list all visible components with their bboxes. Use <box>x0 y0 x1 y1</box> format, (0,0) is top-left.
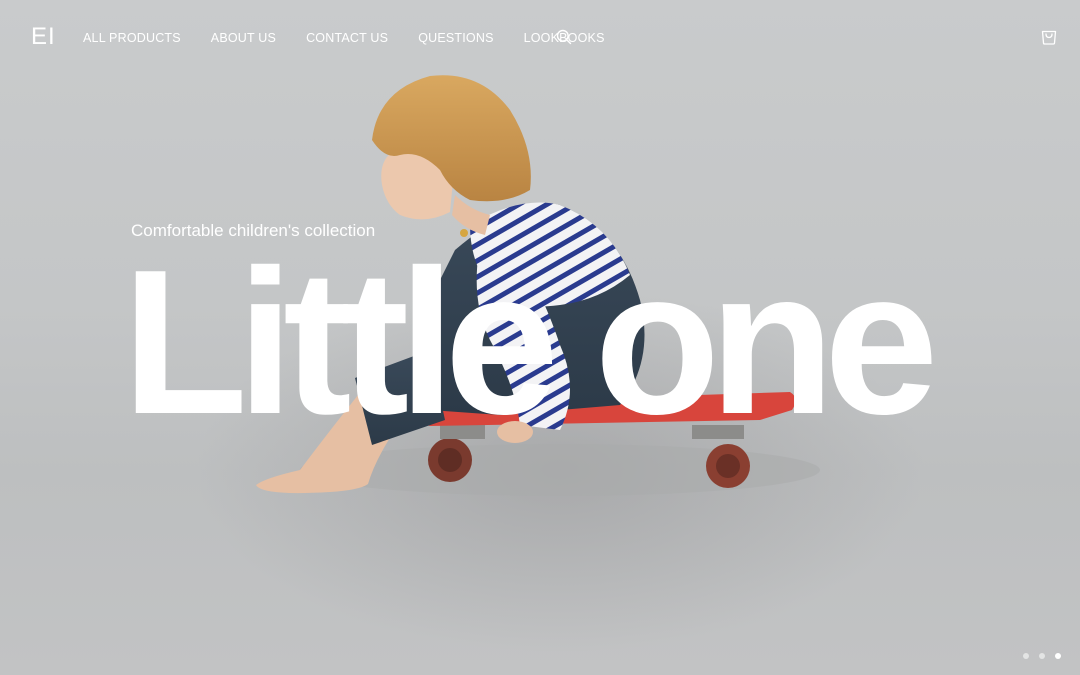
carousel-dots <box>1023 653 1061 659</box>
nav-all-products[interactable]: ALL PRODUCTS <box>83 30 181 46</box>
nav-about-us[interactable]: ABOUT US <box>211 30 276 46</box>
shopping-bag-icon[interactable] <box>1040 27 1058 45</box>
hero-headline: Little one <box>122 227 939 457</box>
carousel-dot-2[interactable] <box>1039 653 1045 659</box>
search-icon[interactable] <box>556 29 572 45</box>
main-nav: ALL PRODUCTS ABOUT US CONTACT US QUESTIO… <box>83 30 635 46</box>
brand-logo[interactable]: EI <box>31 24 56 50</box>
nav-contact-us[interactable]: CONTACT US <box>306 30 388 46</box>
nav-questions[interactable]: QUESTIONS <box>418 30 493 46</box>
carousel-dot-3[interactable] <box>1055 653 1061 659</box>
carousel-dot-1[interactable] <box>1023 653 1029 659</box>
hero-section: EI ALL PRODUCTS ABOUT US CONTACT US QUES… <box>0 0 1080 675</box>
